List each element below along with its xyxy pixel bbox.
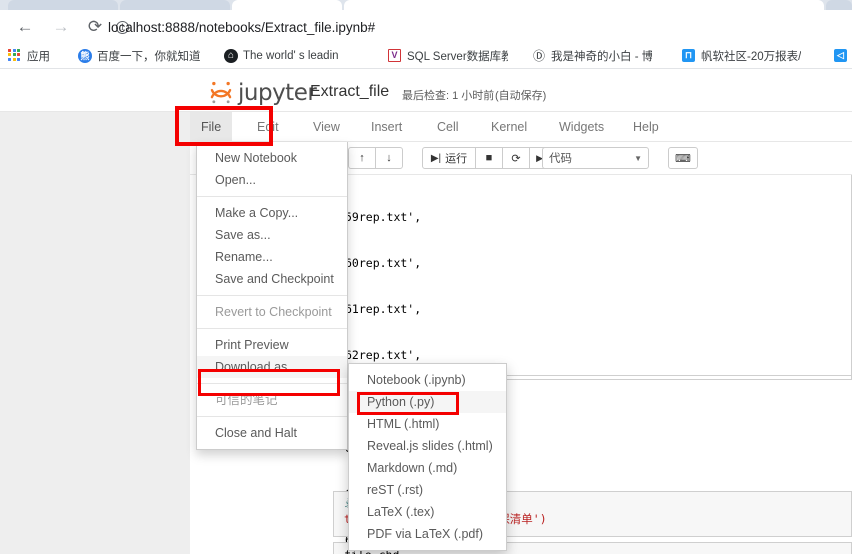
run-icon: ▶| [430,152,442,164]
output-line: 60rep.txt', [345,256,422,271]
menu-file[interactable]: File [190,112,233,142]
checkpoint-status: 最后检查: 1 小时前 [402,90,495,102]
bookmark-extra[interactable]: ◁ [834,46,852,65]
command-palette-button[interactable]: ⌨ [668,147,698,169]
menu-item-new-notebook[interactable]: New Notebook [197,147,347,169]
jupyter-menubar: File Edit View Insert Cell Kernel Widget… [190,112,852,142]
output-line: 61rep.txt', [345,302,422,317]
restart-kernel-button[interactable]: ⟳ [502,147,530,169]
bookmark-fanruan[interactable]: ⊓ 帆软社区-20万报表/ [682,46,818,65]
submenu-item-markdown[interactable]: Markdown (.md) [349,457,506,479]
submenu-item-rest[interactable]: reST (.rst) [349,479,506,501]
baidu-icon: 熊 [78,48,92,63]
back-icon[interactable]: ← [12,14,38,40]
browser-window: ← → ⟳ i localhost:8888/notebooks/Extract… [0,0,852,554]
menu-view[interactable]: View [302,112,351,142]
submenu-item-notebook-ipynb[interactable]: Notebook (.ipynb) [349,369,506,391]
bookmark-label: SQL Server数据库教 [407,50,508,63]
menu-divider [197,416,347,417]
cell-type-select[interactable]: 代码 ▼ [542,147,649,169]
bookmark-label: 应用 [27,50,50,63]
run-label: 运行 [445,153,468,165]
bookmark-label: 帆软社区-20万报表/ [701,50,802,63]
menu-item-make-a-copy[interactable]: Make a Copy... [197,202,347,224]
download-as-submenu[interactable]: Notebook (.ipynb) Python (.py) HTML (.ht… [348,363,507,551]
menu-item-save-as[interactable]: Save as... [197,224,347,246]
menu-item-save-and-checkpoint[interactable]: Save and Checkpoint [197,268,347,290]
menu-help[interactable]: Help [622,112,670,142]
bookmark-blog[interactable]: Ⓓ 我是神奇的小白 - 博 [532,46,652,65]
github-icon: ⌂ [224,48,238,63]
address-bar-url: localhost:8888/notebooks/Extract_file.ip… [108,20,376,35]
menu-insert[interactable]: Insert [360,112,413,142]
jupyter-logo-icon [210,81,232,104]
menu-cell[interactable]: Cell [426,112,470,142]
output-line: 59rep.txt', [345,209,422,224]
menu-divider [197,196,347,197]
browser-tabstrip [0,0,852,10]
output-line: 62rep.txt', [345,348,422,363]
bookmark-label: The world' s leadin [243,49,339,62]
browser-tab-active[interactable] [232,0,342,10]
menu-item-print-preview[interactable]: Print Preview [197,334,347,356]
bookmark-extra-icon: ◁ [834,48,848,63]
menu-divider [197,383,347,384]
browser-tab-inactive[interactable] [120,0,230,10]
bookmark-sqlserver[interactable]: V SQL Server数据库教 [388,46,508,65]
menu-item-download-as[interactable]: Download as [197,356,347,378]
submenu-item-latex[interactable]: LaTeX (.tex) [349,501,506,523]
submenu-item-python-py[interactable]: Python (.py) [349,391,506,413]
menu-item-close-and-halt[interactable]: Close and Halt [197,422,347,444]
menu-item-revert-to-checkpoint[interactable]: Revert to Checkpoint [197,301,347,323]
menu-widgets[interactable]: Widgets [548,112,615,142]
bookmark-apps[interactable]: 应用 [8,46,70,65]
fanruan-icon: ⊓ [682,48,696,63]
bookmarks-bar: 应用 熊 百度一下，你就知道 ⌂ The world' s leadin V S… [0,42,852,69]
autosave-status: (自动保存) [495,90,547,102]
jupyter-logo-text[interactable]: jupyter [238,80,317,106]
blog-icon: Ⓓ [532,48,545,63]
menu-divider [197,328,347,329]
new-tab-button[interactable] [826,0,852,10]
browser-tab-inactive[interactable] [8,0,118,10]
run-cell-button[interactable]: ▶| 运行 [422,147,476,169]
address-bar[interactable]: localhost:8888/notebooks/Extract_file.ip… [108,18,844,37]
forward-icon[interactable]: → [48,14,74,40]
bookmark-github[interactable]: ⌂ The world' s leadin [224,46,340,65]
browser-navbar: ← → ⟳ i localhost:8888/notebooks/Extract… [0,10,852,42]
notebook-name[interactable]: Extract_file [310,83,389,101]
bookmark-label: 我是神奇的小白 - 博 [551,50,652,63]
menu-item-rename[interactable]: Rename... [197,246,347,268]
menu-item-trusted-notebook[interactable]: 可信的笔记 [197,389,347,411]
menu-kernel[interactable]: Kernel [480,112,538,142]
interrupt-kernel-button[interactable]: ■ [475,147,503,169]
bookmark-label: 百度一下，你就知道 [97,50,200,63]
submenu-item-revealjs-slides[interactable]: Reveal.js slides (.html) [349,435,506,457]
apps-grid-icon [8,48,22,63]
page-left-margin [0,112,190,554]
browser-tab-active-current[interactable] [344,0,824,10]
chevron-down-icon: ▼ [634,153,642,163]
file-menu-dropdown[interactable]: New Notebook Open... Make a Copy... Save… [196,142,348,450]
bookmark-baidu[interactable]: 熊 百度一下，你就知道 [78,46,200,65]
menu-edit[interactable]: Edit [246,112,290,142]
jupyter-header: jupyter Extract_file 最后检查: 1 小时前 (自动保存) [0,69,852,112]
move-cell-down-button[interactable]: ↓ [375,147,403,169]
menu-item-open[interactable]: Open... [197,169,347,191]
submenu-item-html[interactable]: HTML (.html) [349,413,506,435]
cell-type-value: 代码 [549,153,572,165]
submenu-item-pdf-via-latex[interactable]: PDF via LaTeX (.pdf) [349,523,506,545]
move-cell-up-button[interactable]: ↑ [348,147,376,169]
menu-divider [197,295,347,296]
reload-icon[interactable]: ⟳ [82,14,108,40]
sqlserver-icon: V [388,48,402,63]
jupyter-page: jupyter Extract_file 最后检查: 1 小时前 (自动保存) … [0,69,852,554]
